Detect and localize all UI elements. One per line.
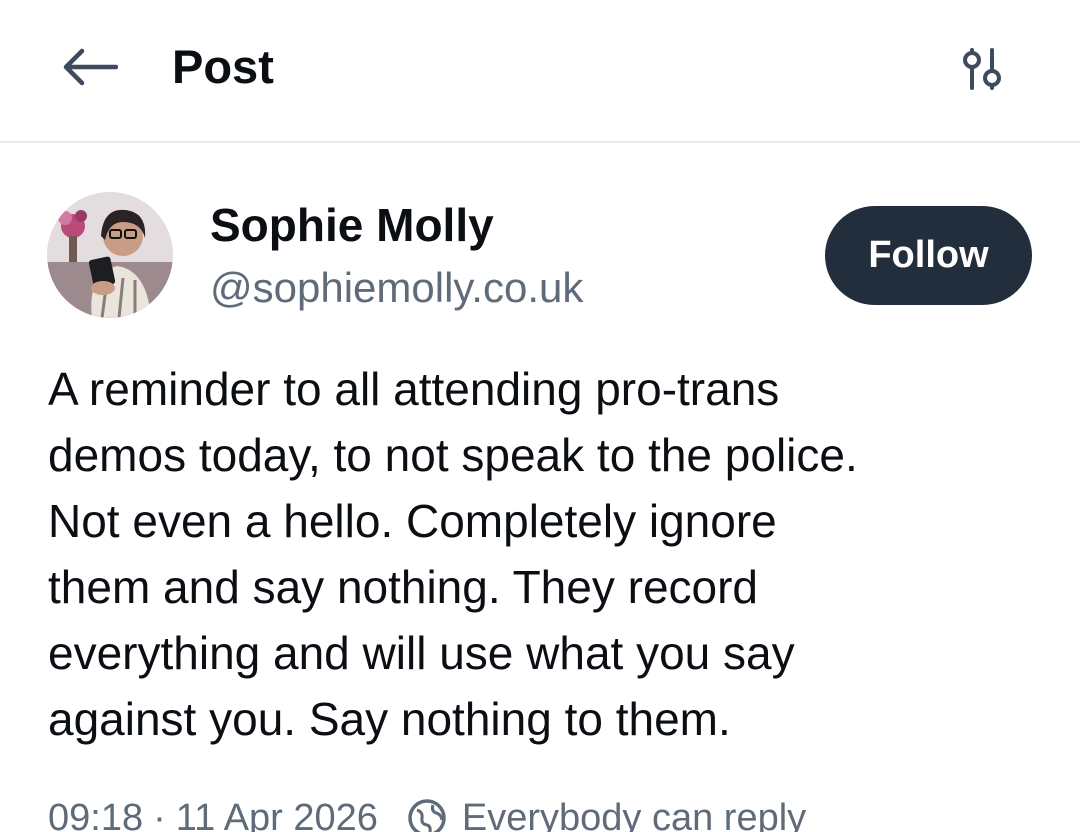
post-text: A reminder to all attending pro-trans de… — [48, 356, 1038, 752]
author-display-name[interactable]: Sophie Molly — [210, 197, 494, 253]
post-date: 11 Apr 2026 — [175, 796, 378, 832]
thread-settings-button[interactable] — [952, 40, 1012, 96]
avatar[interactable] — [47, 192, 173, 318]
meta-separator: · — [153, 796, 166, 832]
post-text-line: everything and will use what you say — [48, 627, 795, 679]
post-text-line: against you. Say nothing to them. — [48, 693, 731, 745]
back-button[interactable] — [56, 40, 122, 94]
post-text-line: A reminder to all attending pro-trans — [48, 363, 780, 415]
post-text-line: them and say nothing. They record — [48, 561, 759, 613]
follow-button[interactable]: Follow — [825, 206, 1032, 305]
author-handle[interactable]: @sophiemolly.co.uk — [210, 262, 583, 314]
post-text-line: Not even a hello. Completely ignore — [48, 495, 777, 547]
post-meta: 09:18 · 11 Apr 2026 Everybody can reply — [48, 790, 806, 832]
sliders-icon — [963, 48, 1001, 90]
reply-setting[interactable]: Everybody can reply — [462, 797, 806, 832]
top-bar: Post — [0, 0, 1080, 143]
post-time: 09:18 — [48, 796, 144, 832]
arrow-left-icon — [63, 48, 118, 86]
avatar-photo — [47, 192, 173, 318]
globe-icon — [406, 797, 448, 832]
page-title: Post — [172, 40, 274, 93]
post-text-line: demos today, to not speak to the police. — [48, 429, 858, 481]
